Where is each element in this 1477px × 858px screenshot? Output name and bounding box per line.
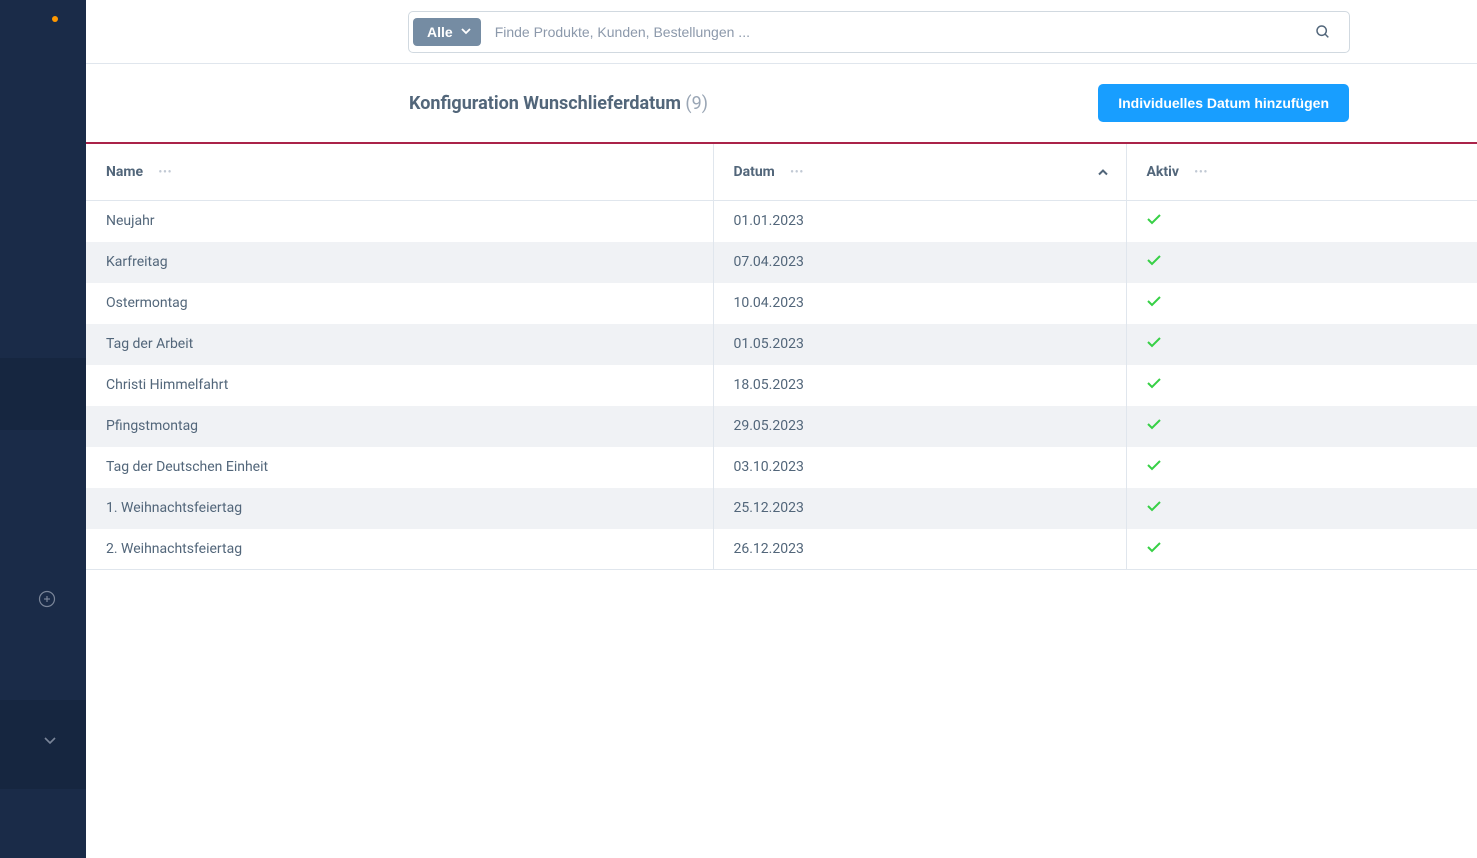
cell-active (1126, 447, 1477, 488)
check-icon (1147, 255, 1161, 266)
cell-name: Christi Himmelfahrt (86, 365, 713, 406)
cell-date: 29.05.2023 (713, 406, 1126, 447)
sidebar-bottom (0, 700, 86, 789)
table-header-row: Name ••• Datum ••• Aktiv ••• (86, 144, 1477, 201)
ellipsis-icon[interactable]: ••• (159, 167, 173, 178)
search-bar: Alle (408, 11, 1350, 53)
table-row[interactable]: Neujahr01.01.2023 (86, 201, 1477, 242)
cell-active (1126, 242, 1477, 283)
cell-date: 18.05.2023 (713, 365, 1126, 406)
cell-name: Tag der Deutschen Einheit (86, 447, 713, 488)
cell-active (1126, 529, 1477, 570)
column-header-active[interactable]: Aktiv ••• (1126, 144, 1477, 201)
notification-dot-icon (52, 16, 58, 22)
search-filter-dropdown[interactable]: Alle (413, 18, 481, 46)
chevron-down-icon (461, 28, 471, 35)
check-icon (1147, 419, 1161, 430)
check-icon (1147, 378, 1161, 389)
table-row[interactable]: Christi Himmelfahrt18.05.2023 (86, 365, 1477, 406)
page-title-text: Konfiguration Wunschlieferdatum (409, 93, 681, 114)
sidebar (0, 0, 86, 858)
cell-name: Tag der Arbeit (86, 324, 713, 365)
main-content: Alle Konfiguration Wunschlieferdatum (9) (86, 0, 1477, 858)
cell-name: Pfingstmontag (86, 406, 713, 447)
add-icon[interactable] (38, 590, 56, 608)
cell-date: 01.05.2023 (713, 324, 1126, 365)
table-body: Neujahr01.01.2023Karfreitag07.04.2023Ost… (86, 201, 1477, 570)
cell-name: Ostermontag (86, 283, 713, 324)
page-header: Konfiguration Wunschlieferdatum (9) Indi… (86, 64, 1477, 144)
page-title-count: (9) (685, 93, 708, 114)
cell-date: 25.12.2023 (713, 488, 1126, 529)
cell-name: Karfreitag (86, 242, 713, 283)
cell-date: 01.01.2023 (713, 201, 1126, 242)
cell-date: 03.10.2023 (713, 447, 1126, 488)
table-row[interactable]: Tag der Arbeit01.05.2023 (86, 324, 1477, 365)
page-title: Konfiguration Wunschlieferdatum (9) (409, 93, 708, 114)
dates-table: Name ••• Datum ••• Aktiv ••• (86, 144, 1477, 570)
cell-date: 10.04.2023 (713, 283, 1126, 324)
search-filter-label: Alle (427, 24, 453, 40)
check-icon (1147, 337, 1161, 348)
sort-caret-up-icon[interactable] (1098, 169, 1108, 176)
ellipsis-icon[interactable]: ••• (1194, 167, 1208, 178)
cell-active (1126, 201, 1477, 242)
check-icon (1147, 214, 1161, 225)
cell-active (1126, 406, 1477, 447)
check-icon (1147, 296, 1161, 307)
search-icon[interactable] (1307, 16, 1339, 48)
table-row[interactable]: Pfingstmontag29.05.2023 (86, 406, 1477, 447)
add-date-button[interactable]: Individuelles Datum hinzufügen (1098, 84, 1349, 122)
check-icon (1147, 460, 1161, 471)
cell-active (1126, 324, 1477, 365)
sidebar-section (0, 358, 86, 430)
column-header-name-label: Name (106, 164, 143, 180)
cell-name: 2. Weihnachtsfeiertag (86, 529, 713, 570)
table-row[interactable]: Ostermontag10.04.2023 (86, 283, 1477, 324)
cell-name: Neujahr (86, 201, 713, 242)
cell-active (1126, 488, 1477, 529)
column-header-name[interactable]: Name ••• (86, 144, 713, 201)
table-row[interactable]: 2. Weihnachtsfeiertag26.12.2023 (86, 529, 1477, 570)
sidebar-footer (0, 789, 86, 858)
topbar: Alle (86, 0, 1477, 64)
cell-date: 26.12.2023 (713, 529, 1126, 570)
cell-active (1126, 283, 1477, 324)
table-row[interactable]: Karfreitag07.04.2023 (86, 242, 1477, 283)
ellipsis-icon[interactable]: ••• (790, 167, 804, 178)
table-row[interactable]: Tag der Deutschen Einheit03.10.2023 (86, 447, 1477, 488)
cell-name: 1. Weihnachtsfeiertag (86, 488, 713, 529)
table-row[interactable]: 1. Weihnachtsfeiertag25.12.2023 (86, 488, 1477, 529)
check-icon (1147, 501, 1161, 512)
check-icon (1147, 542, 1161, 553)
cell-active (1126, 365, 1477, 406)
cell-date: 07.04.2023 (713, 242, 1126, 283)
column-header-active-label: Aktiv (1147, 164, 1179, 180)
chevron-down-icon[interactable] (44, 737, 56, 745)
search-input[interactable] (481, 24, 1307, 40)
column-header-date-label: Datum (734, 164, 775, 180)
column-header-date[interactable]: Datum ••• (713, 144, 1126, 201)
